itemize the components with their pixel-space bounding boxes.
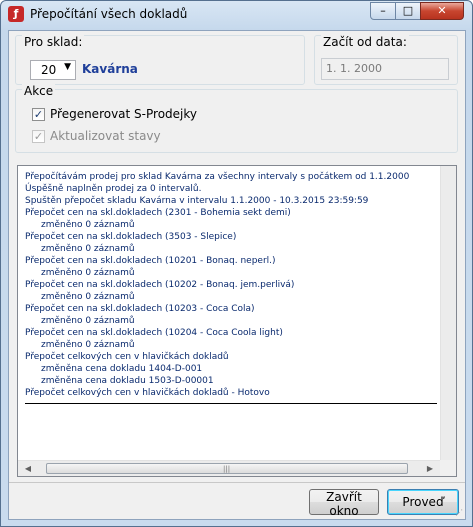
actions-title: Akce: [22, 84, 56, 98]
close-window-button[interactable]: ✕: [420, 2, 464, 20]
actions-group: Akce ✓ Přegenerovat S-Prodejky ✓ Aktuali…: [15, 84, 458, 153]
window-title: Přepočítání všech dokladů: [30, 7, 188, 21]
dialog-window: ƒ Přepočítání všech dokladů – □ ✕ Pro sk…: [0, 0, 473, 527]
log-line: změněno 0 záznamů: [41, 220, 135, 230]
horizontal-scroll-thumb[interactable]: |||: [46, 463, 408, 474]
resize-grip-icon[interactable]: ⋰: [455, 509, 463, 517]
log-line: Spuštěn přepočet skladu Kavárna v interv…: [25, 196, 369, 206]
log-line: Přepočet celkových cen v hlavičkách dokl…: [25, 352, 229, 362]
log-line: Přepočet cen na skl.dokladech (10204 - C…: [25, 328, 283, 338]
scroll-right-icon[interactable]: ▶: [422, 461, 438, 477]
log-line: změněna cena dokladu 1404-D-001: [41, 364, 203, 374]
log-separator: [25, 403, 437, 404]
scrollbar-corner: [440, 460, 456, 476]
run-button[interactable]: Proveď: [387, 489, 459, 515]
log-textarea[interactable]: Přepočítávám prodej pro sklad Kavárna za…: [17, 165, 457, 477]
store-name: Kavárna: [82, 62, 138, 76]
log-line: Přepočet cen na skl.dokladech (2301 - Bo…: [25, 208, 291, 218]
vertical-scrollbar[interactable]: [440, 166, 456, 460]
log-line: změněna cena dokladu 1503-D-00001: [41, 376, 214, 386]
log-line: změněno 0 záznamů: [41, 340, 135, 350]
log-line: Úspěšně naplněn prodej za 0 intervalů.: [25, 184, 202, 194]
log-line: Přepočet celkových cen v hlavičkách dokl…: [25, 388, 270, 398]
dialog-client-area: Pro sklad: 20 ▼ Kavárna Začít od data: 1…: [8, 30, 466, 520]
start-date-field[interactable]: 1. 1. 2000: [321, 58, 449, 80]
log-line: Přepočet cen na skl.dokladech (10203 - C…: [25, 304, 255, 314]
update-stock-checkbox: ✓: [32, 130, 45, 143]
button-divider: [9, 482, 465, 483]
title-bar[interactable]: ƒ Přepočítání všech dokladů – □ ✕: [1, 1, 472, 29]
chevron-down-icon[interactable]: ▼: [64, 62, 71, 72]
regenerate-label[interactable]: Přegenerovat S-Prodejky: [50, 107, 197, 121]
store-select-value: 20: [41, 63, 57, 77]
log-line: Přepočet cen na skl.dokladech (3503 - Sl…: [25, 232, 237, 242]
regenerate-checkbox[interactable]: ✓: [32, 108, 45, 121]
log-line: Přepočet cen na skl.dokladech (10201 - B…: [25, 256, 276, 266]
log-line: Přepočet cen na skl.dokladech (10202 - B…: [25, 280, 295, 290]
store-select[interactable]: 20 ▼: [30, 60, 76, 80]
update-stock-label: Aktualizovat stavy: [50, 129, 161, 143]
minimize-button[interactable]: –: [370, 2, 396, 20]
store-group: Pro sklad: 20 ▼ Kavárna: [15, 35, 305, 85]
start-date-label: Začít od data:: [321, 35, 409, 49]
log-line: změněno 0 záznamů: [41, 244, 135, 254]
store-label: Pro sklad:: [22, 35, 85, 49]
fork-knife-icon: ƒ: [8, 6, 24, 22]
scroll-left-icon[interactable]: ◀: [20, 461, 36, 477]
log-line: změněno 0 záznamů: [41, 316, 135, 326]
horizontal-scrollbar[interactable]: ◀ ||| ▶: [18, 460, 440, 476]
log-line: změněno 0 záznamů: [41, 292, 135, 302]
log-line: změněno 0 záznamů: [41, 268, 135, 278]
grip-icon: |||: [223, 465, 231, 473]
start-date-group: Začít od data: 1. 1. 2000: [314, 35, 458, 85]
close-dialog-button[interactable]: Zavřít okno: [309, 489, 379, 518]
maximize-button[interactable]: □: [395, 2, 421, 20]
log-lines: Přepočítávám prodej pro sklad Kavárna za…: [25, 171, 437, 399]
log-line: Přepočítávám prodej pro sklad Kavárna za…: [25, 172, 410, 182]
